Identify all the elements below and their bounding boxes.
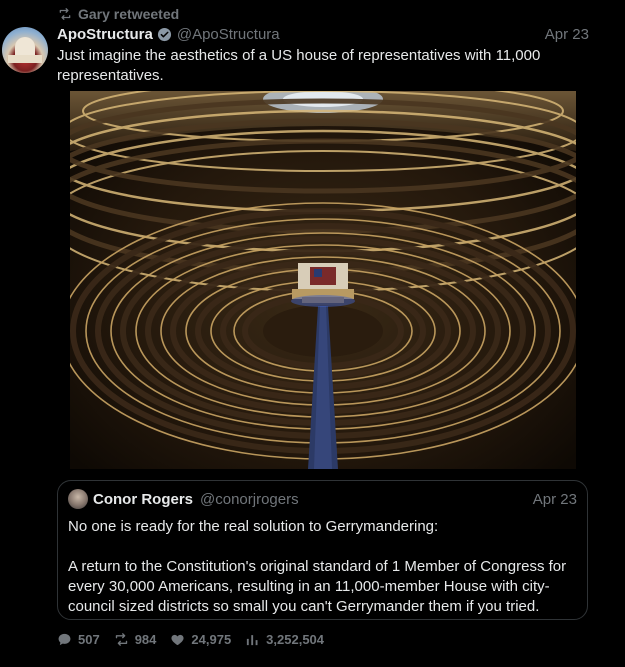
reply-count: 507: [78, 631, 100, 647]
tweet-date[interactable]: Apr 23: [545, 26, 589, 43]
quoted-tweet[interactable]: Conor Rogers @conorjrogers Apr 23 No one…: [57, 480, 588, 620]
views-button[interactable]: 3,252,504: [245, 632, 324, 647]
view-count: 3,252,504: [266, 631, 325, 647]
quoted-tweet-date[interactable]: Apr 23: [533, 491, 577, 508]
author-handle[interactable]: @ApoStructura: [177, 26, 280, 43]
quoted-author-handle[interactable]: @conorjrogers: [200, 491, 299, 508]
verified-badge-icon[interactable]: [157, 27, 172, 42]
quoted-tweet-text: No one is ready for the real solution to…: [68, 517, 573, 617]
heart-icon: [171, 634, 184, 645]
like-button[interactable]: 24,975: [170, 632, 231, 647]
retweet-action-icon: [115, 632, 127, 646]
retweet-button[interactable]: 984: [114, 631, 157, 647]
tweet-header: ApoStructura @ApoStructura Apr 23: [57, 25, 589, 44]
quoted-paragraph-1: No one is ready for the real solution to…: [68, 518, 439, 535]
bar-chart-icon: [247, 634, 258, 645]
author-name[interactable]: ApoStructura: [57, 26, 153, 43]
reply-button[interactable]: 507: [57, 632, 100, 647]
reply-icon: [58, 633, 71, 645]
retweet-count: 984: [134, 631, 157, 647]
tweet-action-bar: 507 984 24,975 3,252,504: [57, 630, 338, 648]
quoted-paragraph-2: A return to the Constitution's original …: [68, 558, 567, 615]
retweet-icon: [59, 7, 71, 20]
tweet-media-image[interactable]: [70, 91, 576, 469]
retweet-indicator: Gary retweeted: [58, 5, 179, 22]
retweet-label: Gary retweeted: [78, 5, 180, 22]
author-avatar[interactable]: [2, 27, 48, 73]
tweet-text: Just imagine the aesthetics of a US hous…: [57, 47, 541, 84]
quoted-author-avatar[interactable]: [68, 489, 88, 509]
like-count: 24,975: [191, 631, 232, 647]
quoted-tweet-header: Conor Rogers @conorjrogers Apr 23: [93, 490, 577, 508]
quoted-author-name[interactable]: Conor Rogers: [93, 491, 193, 508]
